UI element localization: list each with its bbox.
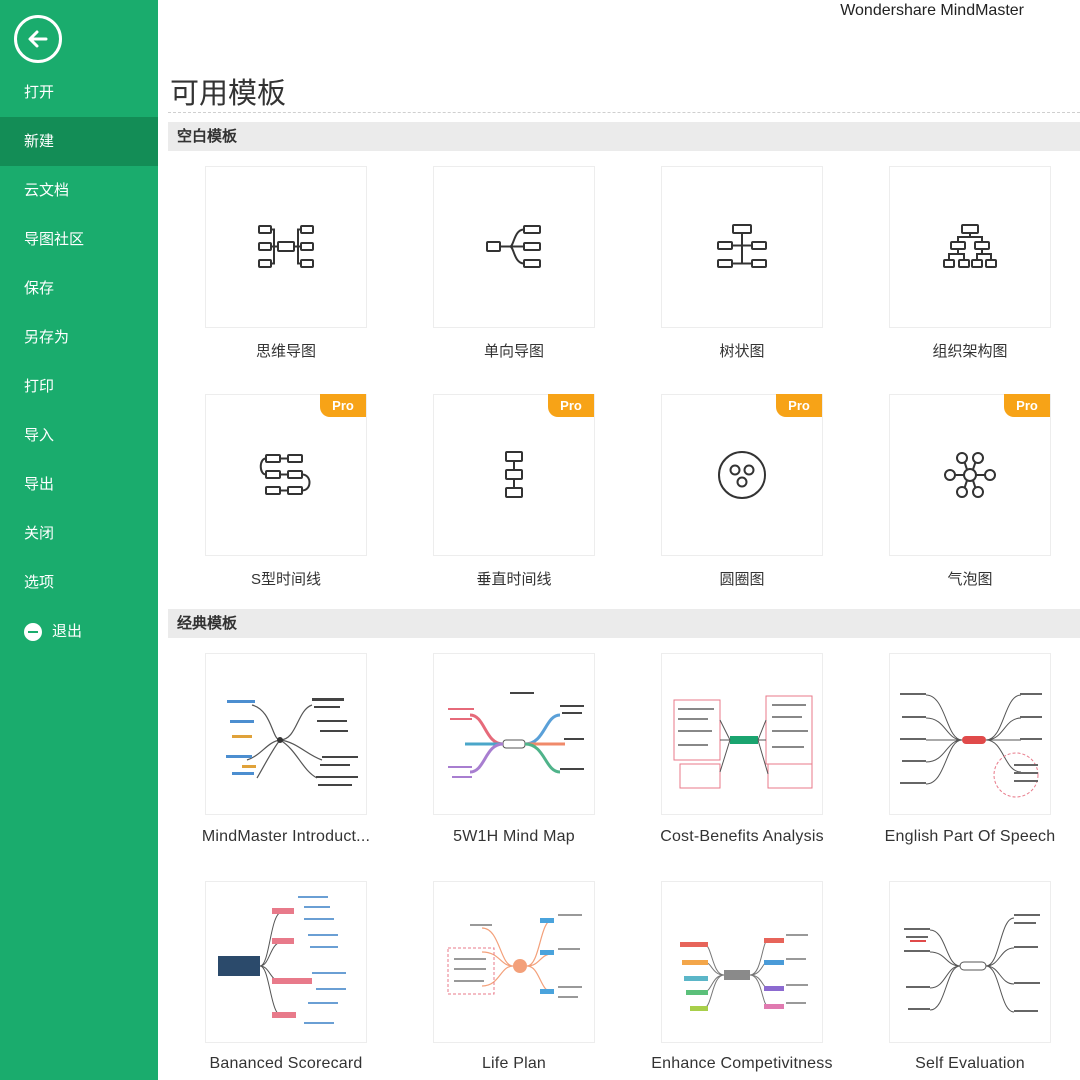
sidebar: 打开 新建 云文档 导图社区 保存 另存为 打印 导入 导出 关闭 选项 退出: [0, 0, 158, 1080]
sidebar-item-import[interactable]: 导入: [0, 411, 158, 460]
sidebar-item-close[interactable]: 关闭: [0, 509, 158, 558]
template-label: 单向导图: [483, 343, 544, 360]
template-label: MindMaster Introduct...: [201, 828, 371, 845]
template-label: Life Plan: [481, 1055, 547, 1072]
template-thumbnail-english-speech[interactable]: [889, 653, 1051, 815]
template-thumbnail-mindmaster-intro[interactable]: [205, 653, 367, 815]
template-label: 树状图: [719, 343, 765, 360]
template-card-mind-map[interactable]: [205, 166, 367, 328]
mind-map-thumbnail: [218, 896, 346, 1024]
template-label: Enhance Competivitness: [651, 1055, 833, 1072]
back-arrow-icon[interactable]: [14, 15, 62, 63]
s-timeline-icon: [259, 454, 311, 495]
org-chart-icon: [943, 224, 997, 268]
sidebar-item-save[interactable]: 保存: [0, 264, 158, 313]
sidebar-item-exit-label: 退出: [52, 623, 83, 640]
template-thumbnail-cost-benefits[interactable]: [661, 653, 823, 815]
template-card-org-chart[interactable]: [889, 166, 1051, 328]
template-label: 垂直时间线: [476, 571, 552, 588]
template-label: S型时间线: [250, 571, 321, 588]
mind-map-thumbnail: [904, 914, 1040, 1013]
template-label: 组织架构图: [932, 343, 1008, 360]
app-title: Wondershare MindMaster: [840, 2, 1024, 19]
pro-badge: Pro: [320, 394, 366, 417]
template-thumbnail-enhance-competitiveness[interactable]: [661, 881, 823, 1043]
sidebar-item-exit[interactable]: 退出: [0, 607, 158, 656]
pro-badge: Pro: [548, 394, 594, 417]
template-thumbnail-balanced-scorecard[interactable]: [205, 881, 367, 1043]
mind-map-thumbnail: [226, 698, 358, 786]
circle-map-icon: [718, 451, 766, 499]
template-card-circle-map[interactable]: Pro: [661, 394, 823, 556]
tree-map-icon: [717, 224, 767, 268]
pro-badge: Pro: [1004, 394, 1050, 417]
sidebar-item-new[interactable]: 新建: [0, 117, 158, 166]
template-label: Self Evaluation: [915, 1055, 1025, 1072]
sidebar-item-export[interactable]: 导出: [0, 460, 158, 509]
sidebar-item-cloud-docs[interactable]: 云文档: [0, 166, 158, 215]
section-header-classic: 经典模板: [168, 609, 1080, 638]
template-thumbnail-life-plan[interactable]: [433, 881, 595, 1043]
sidebar-item-community[interactable]: 导图社区: [0, 215, 158, 264]
sidebar-item-save-as[interactable]: 另存为: [0, 313, 158, 362]
exit-icon: [24, 622, 42, 641]
template-label: English Part Of Speech: [884, 828, 1056, 845]
template-card-bubble-map[interactable]: Pro: [889, 394, 1051, 556]
mind-map-thumbnail: [680, 934, 808, 1011]
template-thumbnail-5w1h[interactable]: [433, 653, 595, 815]
page-title: 可用模板: [170, 78, 287, 110]
template-label: 圆圈图: [719, 571, 765, 588]
mind-map-thumbnail: [673, 695, 813, 789]
sidebar-item-print[interactable]: 打印: [0, 362, 158, 411]
template-label: Bananced Scorecard: [209, 1055, 363, 1072]
mind-map-thumbnail: [448, 692, 584, 778]
title-divider: [168, 112, 1080, 113]
template-card-right-map[interactable]: [433, 166, 595, 328]
right-map-icon: [486, 225, 541, 268]
mind-map-thumbnail: [900, 693, 1042, 798]
template-label: 气泡图: [947, 571, 993, 588]
template-label: Cost-Benefits Analysis: [660, 828, 824, 845]
bubble-map-icon: [944, 452, 996, 498]
mind-map-icon: [258, 225, 314, 268]
pro-badge: Pro: [776, 394, 822, 417]
sidebar-item-options[interactable]: 选项: [0, 558, 158, 607]
sidebar-menu: 打开 新建 云文档 导图社区 保存 另存为 打印 导入 导出 关闭 选项 退出: [0, 68, 158, 656]
template-label: 思维导图: [255, 343, 316, 360]
template-thumbnail-self-evaluation[interactable]: [889, 881, 1051, 1043]
template-card-tree-map[interactable]: [661, 166, 823, 328]
mind-map-thumbnail: [447, 914, 582, 998]
template-card-s-timeline[interactable]: Pro: [205, 394, 367, 556]
section-header-blank: 空白模板: [168, 122, 1080, 151]
vertical-timeline-icon: [505, 451, 523, 498]
template-label: 5W1H Mind Map: [453, 828, 575, 845]
sidebar-item-open[interactable]: 打开: [0, 68, 158, 117]
template-card-vertical-timeline[interactable]: Pro: [433, 394, 595, 556]
